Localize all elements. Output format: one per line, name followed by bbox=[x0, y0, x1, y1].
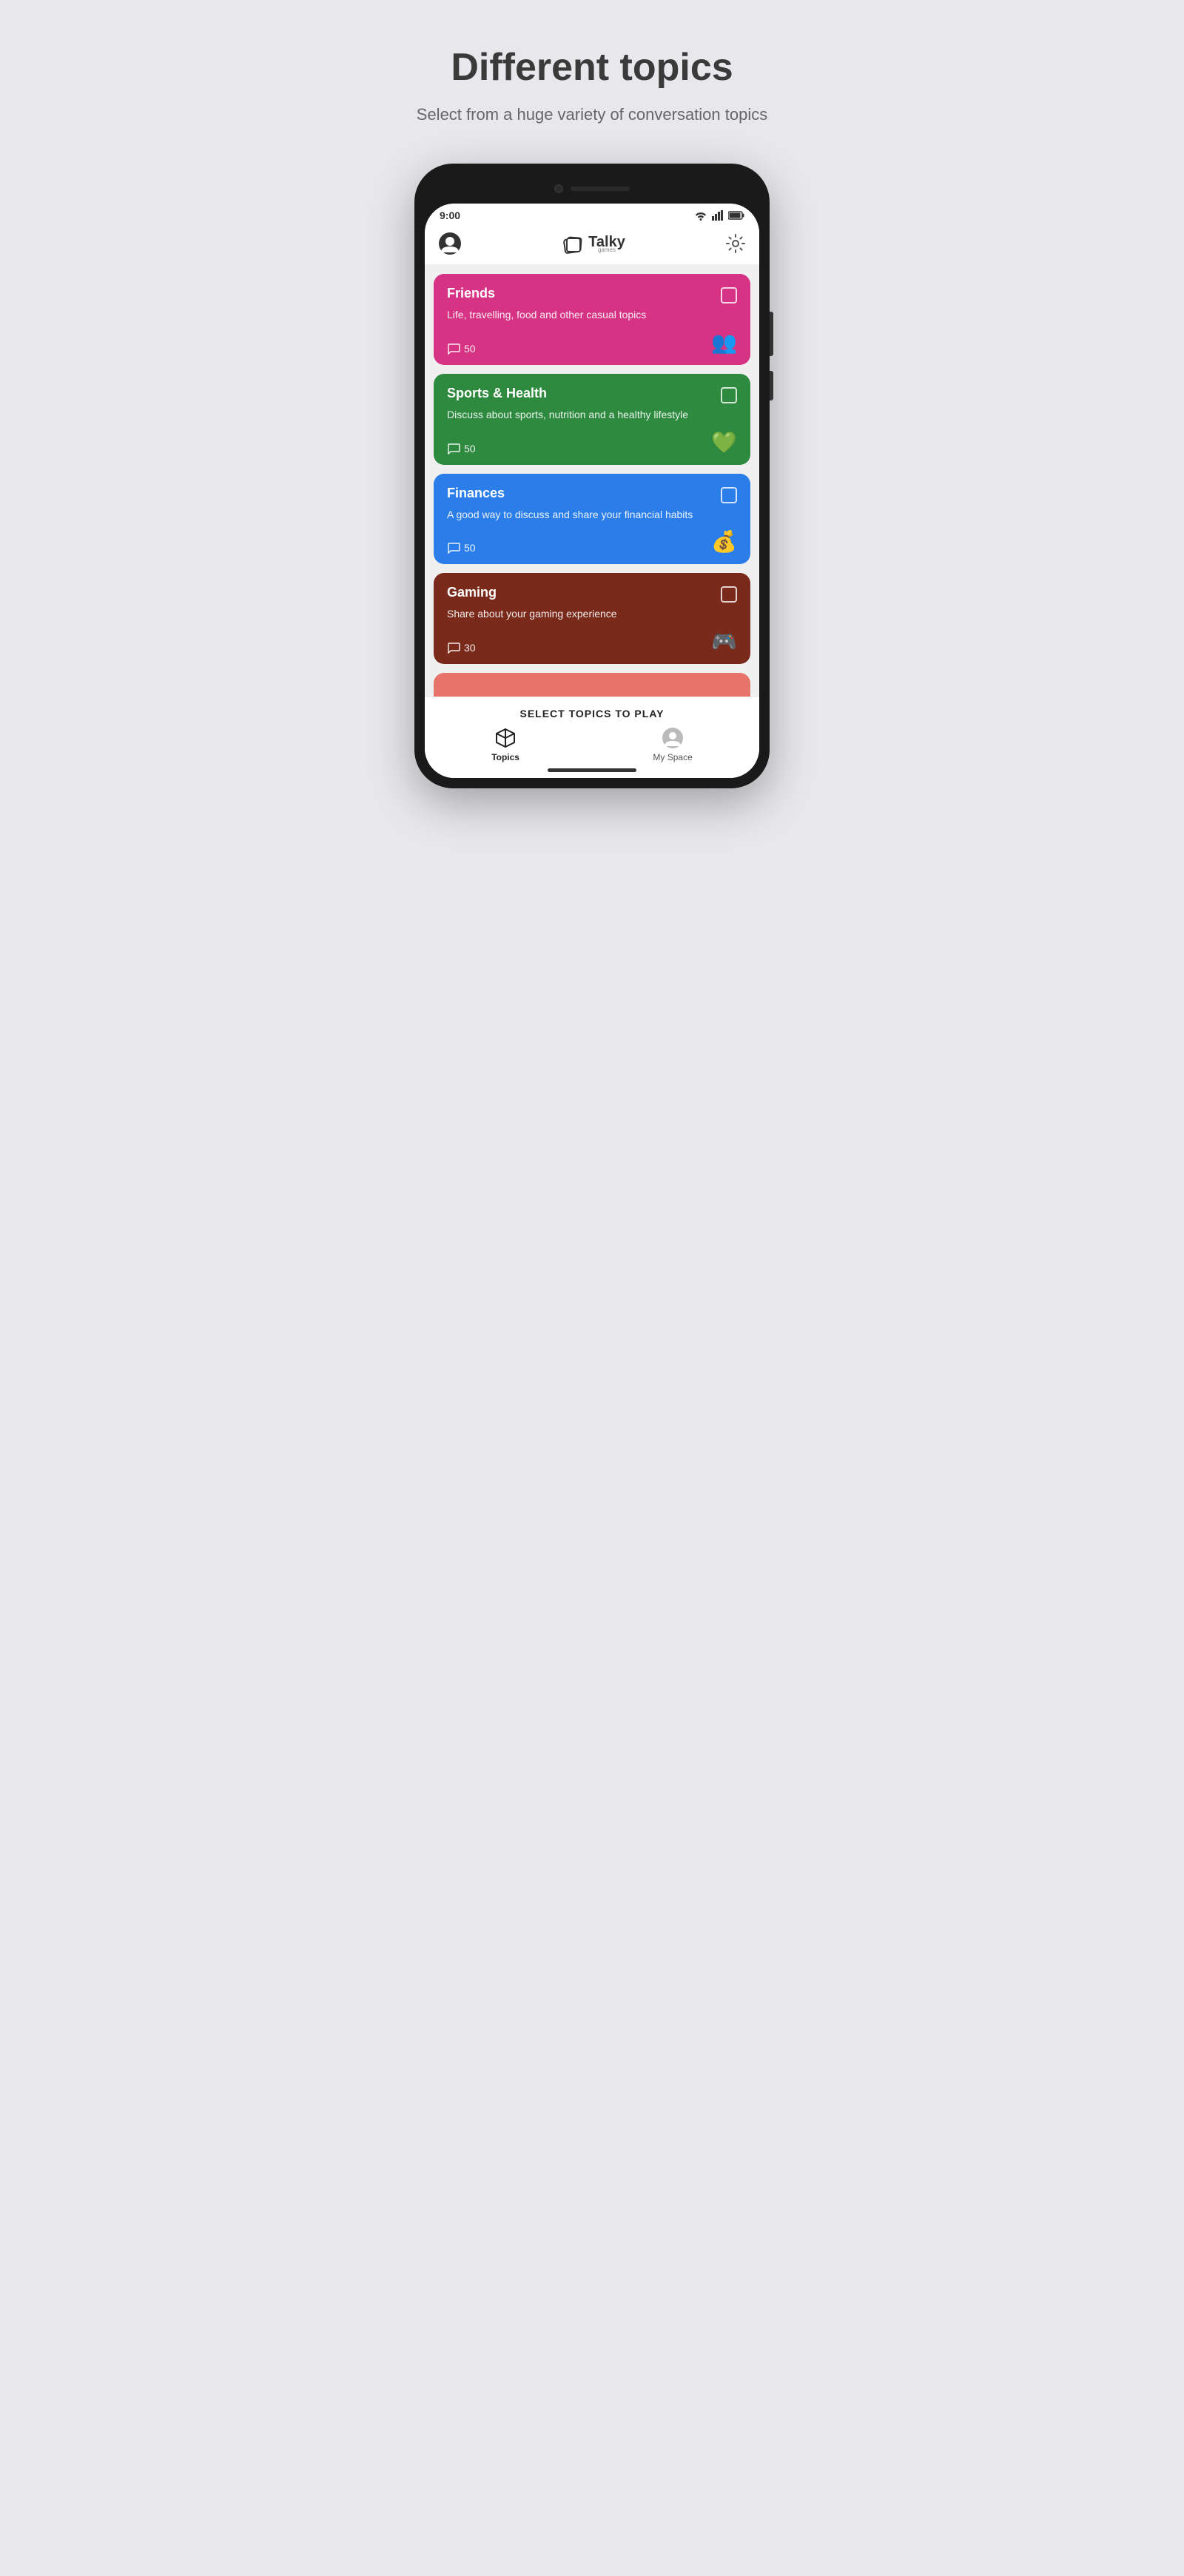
home-indicator bbox=[548, 768, 636, 772]
hero-subtitle: Select from a huge variety of conversati… bbox=[417, 102, 767, 127]
topic-finances-count: 50 bbox=[447, 542, 476, 554]
topic-friends-footer: 50 👥 bbox=[447, 330, 737, 355]
topic-sports-title: Sports & Health bbox=[447, 386, 547, 401]
topic-card-friends[interactable]: Friends Life, travelling, food and other… bbox=[434, 274, 750, 365]
tab-topics-label: Topics bbox=[491, 752, 519, 762]
topic-card-friends-header: Friends bbox=[447, 286, 737, 303]
topic-friends-count: 50 bbox=[447, 343, 476, 355]
topic-friends-title: Friends bbox=[447, 286, 495, 301]
phone-camera bbox=[554, 184, 563, 193]
status-bar: 9:00 bbox=[425, 204, 759, 224]
phone-frame: 9:00 bbox=[414, 164, 770, 788]
hero-title: Different topics bbox=[451, 44, 733, 90]
app-bar: Talky games bbox=[425, 224, 759, 265]
logo-cards-icon bbox=[562, 233, 584, 254]
topic-card-gaming-header: Gaming bbox=[447, 585, 737, 603]
speech-icon bbox=[447, 542, 460, 554]
topic-card-gaming[interactable]: Gaming Share about your gaming experienc… bbox=[434, 573, 750, 664]
topic-gaming-title: Gaming bbox=[447, 585, 497, 600]
topic-friends-emoji: 👥 bbox=[711, 330, 737, 355]
speech-icon bbox=[447, 642, 460, 654]
topic-card-sports[interactable]: Sports & Health Discuss about sports, nu… bbox=[434, 374, 750, 465]
phone-speaker bbox=[571, 187, 630, 191]
phone-screen: 9:00 bbox=[425, 204, 759, 777]
settings-icon[interactable] bbox=[725, 233, 746, 254]
status-icons bbox=[694, 210, 744, 221]
battery-icon bbox=[728, 211, 744, 220]
topic-finances-title: Finances bbox=[447, 486, 505, 501]
topic-finances-desc: A good way to discuss and share your fin… bbox=[447, 508, 737, 523]
tab-myspace-label: My Space bbox=[653, 752, 692, 762]
topic-card-partial bbox=[434, 673, 750, 697]
topic-gaming-emoji: 🎮 bbox=[711, 629, 737, 654]
select-topics-label: SELECT TOPICS TO PLAY bbox=[425, 705, 759, 727]
topic-gaming-count: 30 bbox=[447, 642, 476, 654]
page-wrapper: Different topics Select from a huge vari… bbox=[326, 30, 858, 788]
phone-button-right bbox=[770, 312, 773, 356]
topic-friends-desc: Life, travelling, food and other casual … bbox=[447, 308, 737, 323]
nav-tabs: Topics My Space bbox=[425, 727, 759, 762]
wifi-icon bbox=[694, 210, 707, 221]
app-logo: Talky games bbox=[562, 233, 625, 254]
topic-gaming-footer: 30 🎮 bbox=[447, 629, 737, 654]
speech-icon bbox=[447, 443, 460, 455]
topic-list: Friends Life, travelling, food and other… bbox=[425, 265, 759, 696]
topic-sports-emoji: 💚 bbox=[711, 430, 737, 455]
cube-icon bbox=[494, 727, 517, 749]
topic-sports-desc: Discuss about sports, nutrition and a he… bbox=[447, 408, 737, 423]
topic-finances-footer: 50 💰 bbox=[447, 529, 737, 554]
person-icon bbox=[662, 727, 684, 749]
topic-gaming-checkbox[interactable] bbox=[721, 586, 737, 603]
topic-sports-checkbox[interactable] bbox=[721, 387, 737, 403]
profile-icon[interactable] bbox=[438, 232, 462, 255]
tab-topics[interactable]: Topics bbox=[491, 727, 519, 762]
speech-icon bbox=[447, 343, 460, 355]
phone-button-right2 bbox=[770, 371, 773, 400]
topic-friends-checkbox[interactable] bbox=[721, 287, 737, 303]
bottom-nav: SELECT TOPICS TO PLAY Topics bbox=[425, 697, 759, 778]
topic-gaming-desc: Share about your gaming experience bbox=[447, 607, 737, 622]
signal-icon bbox=[712, 210, 724, 221]
topic-finances-emoji: 💰 bbox=[711, 529, 737, 554]
tab-myspace[interactable]: My Space bbox=[653, 727, 692, 762]
status-time: 9:00 bbox=[440, 209, 460, 221]
topic-sports-count: 50 bbox=[447, 443, 476, 455]
topic-card-sports-header: Sports & Health bbox=[447, 386, 737, 403]
phone-notch bbox=[425, 174, 759, 204]
topic-card-finances[interactable]: Finances A good way to discuss and share… bbox=[434, 474, 750, 565]
topic-card-finances-header: Finances bbox=[447, 486, 737, 503]
topic-finances-checkbox[interactable] bbox=[721, 487, 737, 503]
topic-sports-footer: 50 💚 bbox=[447, 430, 737, 455]
